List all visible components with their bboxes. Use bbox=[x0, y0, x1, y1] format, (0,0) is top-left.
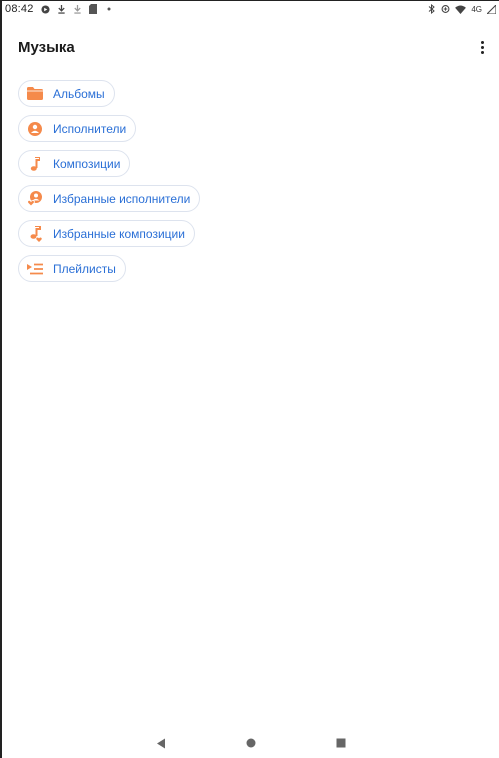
wifi-icon bbox=[455, 4, 467, 14]
status-bar: 08:42 4G bbox=[2, 1, 499, 17]
home-button[interactable] bbox=[243, 735, 259, 751]
system-nav-bar bbox=[2, 728, 499, 758]
more-vert-icon bbox=[480, 40, 484, 44]
more-vert-icon-dot bbox=[480, 50, 484, 54]
chip-favorite-artists-label: Избранные исполнители bbox=[53, 191, 191, 206]
folder-icon bbox=[27, 86, 43, 102]
home-circle-icon bbox=[246, 738, 255, 748]
chip-albums-label: Альбомы bbox=[53, 86, 105, 101]
library-menu: Альбомы Исполнители Композиции Избранные… bbox=[18, 80, 201, 282]
back-triangle-icon bbox=[156, 738, 165, 748]
data-saver-icon bbox=[441, 4, 450, 14]
sd-card-icon bbox=[89, 4, 98, 14]
more-options-button[interactable] bbox=[473, 37, 491, 57]
page-title: Музыка bbox=[18, 38, 75, 56]
download-icon bbox=[57, 4, 66, 14]
download-icon-2 bbox=[73, 4, 82, 14]
signal-icon bbox=[487, 4, 496, 14]
back-button[interactable] bbox=[153, 735, 169, 751]
app-notification-icon bbox=[40, 4, 50, 14]
status-time: 08:42 bbox=[5, 3, 34, 15]
chip-artists[interactable]: Исполнители bbox=[18, 115, 137, 142]
chip-songs-label: Композиции bbox=[53, 156, 121, 171]
more-vert-icon-dot bbox=[480, 45, 484, 49]
status-right: 4G bbox=[427, 4, 499, 14]
chip-favorite-songs-label: Избранные композиции bbox=[53, 226, 185, 241]
screen: 08:42 4G Музыка Альбомы Исполнители Комп… bbox=[0, 0, 499, 758]
chip-playlists-label: Плейлисты bbox=[53, 261, 116, 276]
music-note-icon bbox=[27, 156, 43, 172]
person-icon bbox=[27, 121, 43, 137]
bluetooth-icon bbox=[427, 4, 436, 14]
favorite-artist-icon bbox=[27, 191, 43, 207]
status-left: 08:42 bbox=[2, 3, 114, 15]
dot-icon bbox=[105, 4, 114, 14]
playlist-icon bbox=[27, 261, 43, 277]
network-type-label: 4G bbox=[471, 4, 482, 14]
recents-button[interactable] bbox=[333, 735, 349, 751]
chip-artists-label: Исполнители bbox=[53, 121, 127, 136]
chip-albums[interactable]: Альбомы bbox=[18, 80, 115, 107]
chip-songs[interactable]: Композиции bbox=[18, 150, 131, 177]
chip-playlists[interactable]: Плейлисты bbox=[18, 255, 126, 282]
chip-favorite-songs[interactable]: Избранные композиции bbox=[18, 220, 195, 247]
chip-favorite-artists[interactable]: Избранные исполнители bbox=[18, 185, 201, 212]
recents-square-icon bbox=[336, 738, 345, 748]
app-bar: Музыка bbox=[2, 31, 499, 63]
favorite-song-icon bbox=[27, 225, 43, 242]
